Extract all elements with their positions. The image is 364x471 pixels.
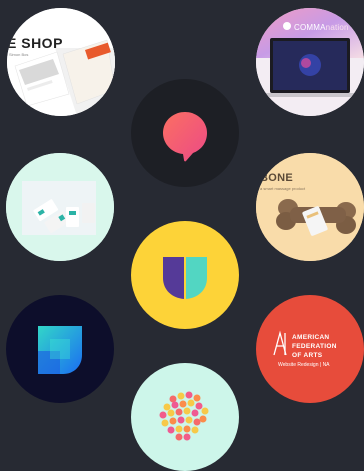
project-cards-thumbnail[interactable] xyxy=(6,153,114,261)
project-leaf-logo-thumbnail[interactable] xyxy=(6,295,114,403)
bone-product-illustration xyxy=(256,153,364,261)
afa-line-1: AMERICAN xyxy=(292,334,330,341)
project-shop-thumbnail[interactable]: E SHOP Simon Bos xyxy=(7,8,115,116)
dot-pattern-illustration xyxy=(159,391,209,441)
project-comma-thumbnail[interactable]: COMMAnation xyxy=(256,8,364,116)
afa-line-3: OF ARTS xyxy=(292,352,323,359)
chat-bubble-icon xyxy=(163,112,207,162)
u-shield-logo-icon xyxy=(163,257,207,299)
comma-brand-name: COMMA xyxy=(294,23,326,32)
bone-title: BONE xyxy=(260,172,293,184)
comma-brand: COMMAnation xyxy=(294,23,349,32)
comma-brand-suffix: nation xyxy=(325,23,349,32)
project-dots-thumbnail[interactable] xyxy=(131,363,239,471)
project-bone-thumbnail[interactable]: BONE a smart massage product xyxy=(256,153,364,261)
project-chat-thumbnail[interactable] xyxy=(131,79,239,187)
leaf-logo-icon xyxy=(38,326,82,374)
afa-caption: Website Redesign | NA xyxy=(278,362,330,368)
bone-subtitle: a smart massage product xyxy=(260,186,306,191)
project-u-logo-thumbnail[interactable] xyxy=(131,221,239,329)
project-afa-thumbnail[interactable]: AMERICAN FEDERATION OF ARTS Website Rede… xyxy=(256,295,364,403)
shop-title: E SHOP xyxy=(7,35,63,51)
shop-subtitle: Simon Bos xyxy=(9,52,29,57)
shop-mockup-illustration xyxy=(7,8,115,116)
afa-line-2: FEDERATION xyxy=(292,343,337,350)
business-cards-illustration xyxy=(6,153,114,261)
